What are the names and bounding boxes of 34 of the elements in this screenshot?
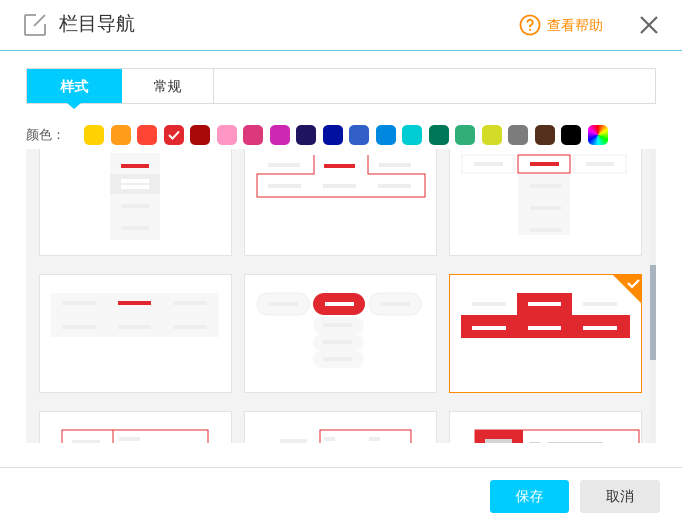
- color-swatch[interactable]: [534, 125, 554, 145]
- color-swatch[interactable]: [270, 125, 290, 145]
- color-swatch[interactable]: [243, 125, 263, 145]
- color-swatch[interactable]: [296, 125, 316, 145]
- help-icon: [519, 14, 541, 36]
- tab[interactable]: 常规: [122, 69, 214, 103]
- color-swatch[interactable]: [164, 125, 184, 145]
- edit-icon: [23, 13, 47, 37]
- color-swatch[interactable]: [137, 125, 157, 145]
- color-swatch[interactable]: [428, 125, 448, 145]
- color-swatch[interactable]: [110, 125, 130, 145]
- color-swatch[interactable]: [84, 125, 104, 145]
- style-card[interactable]: [449, 274, 642, 393]
- check-icon: [168, 130, 180, 140]
- selected-check-icon: [613, 275, 641, 303]
- color-swatch[interactable]: [588, 125, 608, 145]
- dialog-title: 栏目导航: [59, 12, 135, 37]
- color-swatch[interactable]: [190, 125, 210, 145]
- color-label: 颜色：: [26, 126, 66, 144]
- color-swatch[interactable]: [402, 125, 422, 145]
- cancel-button[interactable]: 取消: [580, 480, 660, 513]
- color-swatch[interactable]: [216, 125, 236, 145]
- help-link[interactable]: 查看帮助: [519, 14, 603, 36]
- color-swatch[interactable]: [482, 125, 502, 145]
- color-swatch[interactable]: [455, 125, 475, 145]
- save-button[interactable]: 保存: [490, 480, 569, 513]
- color-swatch[interactable]: [508, 125, 528, 145]
- tab-pointer-icon: [67, 103, 81, 109]
- close-button[interactable]: [639, 15, 659, 35]
- close-icon: [640, 16, 658, 34]
- color-swatch[interactable]: [561, 125, 581, 145]
- color-swatch[interactable]: [322, 125, 342, 145]
- color-swatch[interactable]: [349, 125, 369, 145]
- color-swatch[interactable]: [376, 125, 396, 145]
